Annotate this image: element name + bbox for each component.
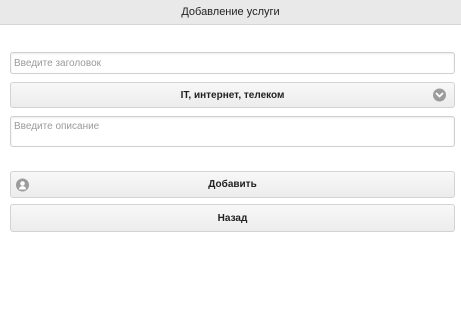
page-title: Добавление услуги (181, 6, 280, 18)
user-icon (16, 178, 29, 191)
category-select-value: IT, интернет, телеком (180, 89, 285, 101)
chevron-down-icon (433, 88, 446, 102)
back-button-label: Назад (217, 212, 248, 224)
title-input[interactable] (10, 52, 455, 74)
add-button[interactable]: Добавить (10, 171, 455, 198)
category-select[interactable]: IT, интернет, телеком (10, 82, 455, 108)
back-button[interactable]: Назад (10, 204, 455, 232)
add-button-label: Добавить (208, 179, 257, 190)
page-header: Добавление услуги (0, 0, 461, 25)
description-input[interactable] (10, 116, 455, 147)
